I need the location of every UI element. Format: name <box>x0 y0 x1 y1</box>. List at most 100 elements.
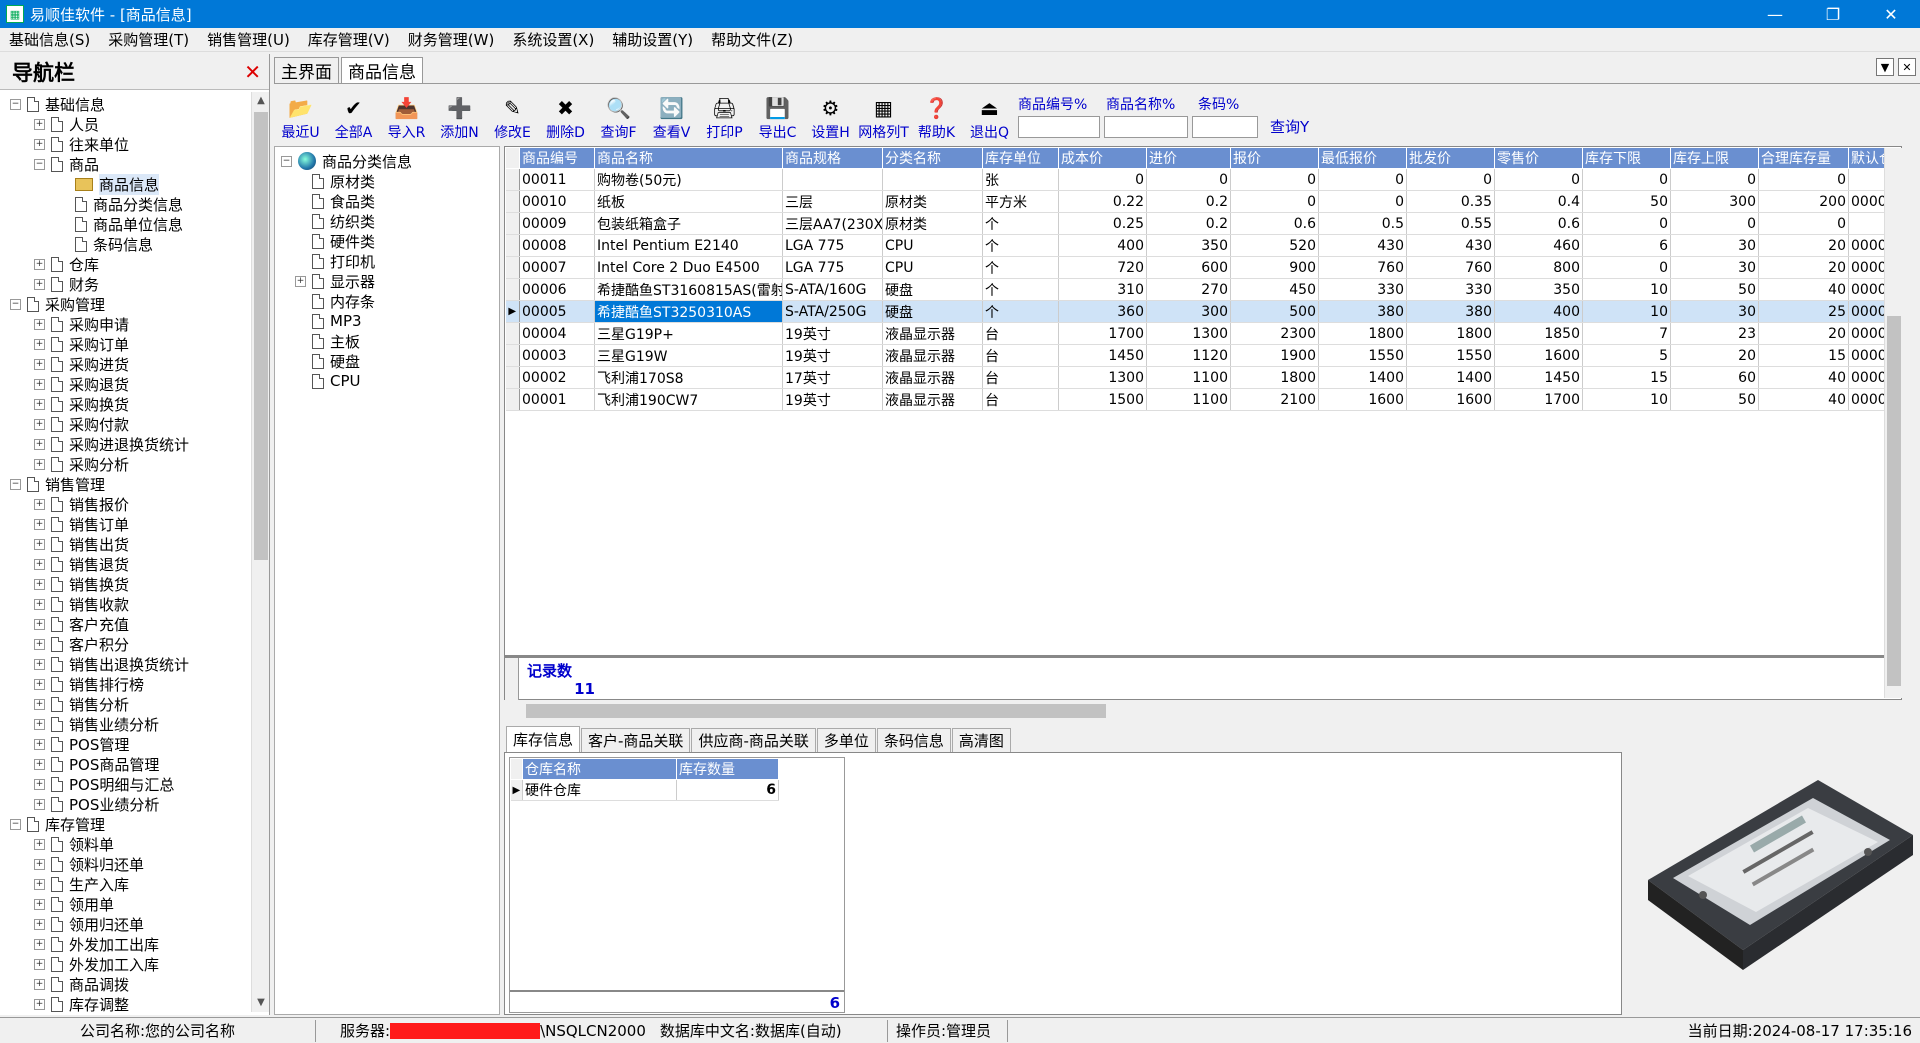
grid-cell[interactable]: 0 <box>1670 168 1759 191</box>
grid-cell[interactable]: CPU <box>882 234 983 257</box>
table-row[interactable]: 00010 纸板 三层 原材类 平方米 0.22 0.2 0 0 0.35 0.4 50 300 200 0… <box>505 190 1889 213</box>
nav-item[interactable]: + 领用归还单 <box>0 914 250 934</box>
grid-cell[interactable]: 1550 <box>1318 344 1407 367</box>
grid-cell[interactable]: 10 <box>1582 300 1671 323</box>
nav-item[interactable]: + 外发加工出库 <box>0 934 250 954</box>
expand-icon[interactable]: + <box>34 138 45 150</box>
grid-cell[interactable]: 0 <box>1582 212 1671 235</box>
nav-item[interactable]: + POS明细与汇总 <box>0 774 250 794</box>
grid-cell[interactable]: 270 <box>1146 278 1231 301</box>
grid-cell[interactable]: CPU <box>882 256 983 279</box>
grid-cell[interactable]: 台 <box>982 366 1059 389</box>
grid-cell[interactable]: 三层 <box>782 190 883 213</box>
nav-item[interactable]: + 客户充值 <box>0 614 250 634</box>
nav-item[interactable]: + 销售报价 <box>0 494 250 514</box>
column-header[interactable]: 库存上限 <box>1670 147 1759 169</box>
grid-cell[interactable]: 330 <box>1318 278 1407 301</box>
expand-icon[interactable]: + <box>34 738 45 750</box>
grid-cell[interactable]: 1300 <box>1058 366 1147 389</box>
expand-icon[interactable]: + <box>34 598 45 610</box>
column-header[interactable]: 库存单位 <box>982 147 1059 169</box>
detail-tab[interactable]: 条码信息 <box>876 728 951 752</box>
detail-tab[interactable]: 供应商-商品关联 <box>691 728 816 752</box>
nav-item[interactable]: − 基础信息 <box>0 94 250 114</box>
nav-item[interactable]: − 采购管理 <box>0 294 250 314</box>
help-button[interactable]: ❓ 帮助K <box>910 88 963 144</box>
grid-cell[interactable]: 20 <box>1670 344 1759 367</box>
grid-cell[interactable]: 个 <box>982 212 1059 235</box>
grid-cell[interactable]: 00009 <box>519 212 595 235</box>
grid-cell[interactable]: 760 <box>1318 256 1407 279</box>
grid-cell[interactable]: 0 <box>1058 168 1147 191</box>
expand-icon[interactable]: + <box>34 118 45 130</box>
grid-cell[interactable]: 个 <box>982 234 1059 257</box>
search-name-input[interactable] <box>1104 116 1188 138</box>
tab-product-info[interactable]: 商品信息 <box>341 57 423 83</box>
grid-cell[interactable]: 1800 <box>1230 366 1319 389</box>
grid-cell[interactable]: 液晶显示器 <box>882 344 983 367</box>
grid-cell[interactable]: 20 <box>1758 256 1849 279</box>
detail-tab[interactable]: 高清图 <box>951 728 1011 752</box>
grid-cell[interactable]: 1900 <box>1230 344 1319 367</box>
grid-cell[interactable]: 350 <box>1494 278 1583 301</box>
grid-cell[interactable] <box>1848 168 1889 191</box>
nav-item[interactable]: + POS业绩分析 <box>0 794 250 814</box>
grid-cell[interactable]: 2300 <box>1230 322 1319 345</box>
tab-list-icon[interactable]: ▼ <box>1876 58 1894 76</box>
grid-cell[interactable]: 1600 <box>1494 344 1583 367</box>
grid-cell[interactable]: 6 <box>1582 234 1671 257</box>
grid-cell[interactable]: 450 <box>1230 278 1319 301</box>
grid-cell[interactable]: 个 <box>982 300 1059 323</box>
grid-cell[interactable]: 0.55 <box>1406 212 1495 235</box>
nav-item[interactable]: + 采购分析 <box>0 454 250 474</box>
export-button[interactable]: 💾 导出C <box>751 88 804 144</box>
search-code-input[interactable] <box>1018 116 1100 138</box>
grid-cell[interactable]: 0 <box>1582 256 1671 279</box>
grid-cell[interactable]: 360 <box>1058 300 1147 323</box>
grid-cell[interactable]: 30 <box>1670 256 1759 279</box>
grid-cell[interactable]: 三星G19W <box>594 344 783 367</box>
nav-item[interactable]: + 人员 <box>0 114 250 134</box>
grid-cell[interactable]: 1500 <box>1058 388 1147 411</box>
grid-cell[interactable]: 1450 <box>1494 366 1583 389</box>
expand-icon[interactable]: + <box>34 258 45 270</box>
search-barcode-input[interactable] <box>1192 116 1258 138</box>
grid-cell[interactable]: 1300 <box>1146 322 1231 345</box>
nav-item[interactable]: + 采购订单 <box>0 334 250 354</box>
menu-item[interactable]: 财务管理(W) <box>399 29 504 50</box>
grid-cell[interactable]: 原材类 <box>882 190 983 213</box>
nav-item[interactable]: + 销售分析 <box>0 694 250 714</box>
expand-icon[interactable]: + <box>34 858 45 870</box>
nav-item[interactable]: + 采购换货 <box>0 394 250 414</box>
tab-close-icon[interactable]: ✕ <box>1898 58 1916 76</box>
scroll-up-icon[interactable]: ▲ <box>252 92 270 110</box>
nav-item[interactable]: + 客户积分 <box>0 634 250 654</box>
grid-cell[interactable]: 0 <box>1230 168 1319 191</box>
category-item[interactable]: 打印机 <box>281 251 499 271</box>
grid-cell[interactable]: 硬盘 <box>882 300 983 323</box>
expand-icon[interactable]: + <box>34 838 45 850</box>
column-header[interactable]: 仓库名称 <box>522 758 677 780</box>
expand-icon[interactable]: + <box>34 638 45 650</box>
grid-cell[interactable]: 个 <box>982 256 1059 279</box>
detail-tab[interactable]: 多单位 <box>816 728 876 752</box>
nav-item[interactable]: − 库存管理 <box>0 814 250 834</box>
grid-cell[interactable]: 460 <box>1494 234 1583 257</box>
expand-icon[interactable]: + <box>34 338 45 350</box>
table-row[interactable]: 00008 Intel Pentium E2140 LGA 775 CPU 个 400 35… <box>505 234 1889 257</box>
detail-tab[interactable]: 库存信息 <box>506 726 581 752</box>
grid-cell[interactable]: Intel Core 2 Duo E4500 <box>594 256 783 279</box>
menu-item[interactable]: 系统设置(X) <box>503 29 603 50</box>
grid-cell[interactable]: 1120 <box>1146 344 1231 367</box>
collapse-icon[interactable]: − <box>34 158 45 170</box>
nav-item[interactable]: + 销售出退换货统计 <box>0 654 250 674</box>
grid-cell[interactable]: 20 <box>1758 234 1849 257</box>
grid-cell[interactable]: 200 <box>1758 190 1849 213</box>
nav-item[interactable]: + 领用单 <box>0 894 250 914</box>
grid-cell[interactable]: 15 <box>1582 366 1671 389</box>
column-header[interactable]: 商品规格 <box>782 147 883 169</box>
nav-item[interactable]: 商品单位信息 <box>0 214 250 234</box>
grid-cell[interactable]: 430 <box>1406 234 1495 257</box>
grid-cell[interactable]: 液晶显示器 <box>882 388 983 411</box>
nav-item[interactable]: + 销售订单 <box>0 514 250 534</box>
